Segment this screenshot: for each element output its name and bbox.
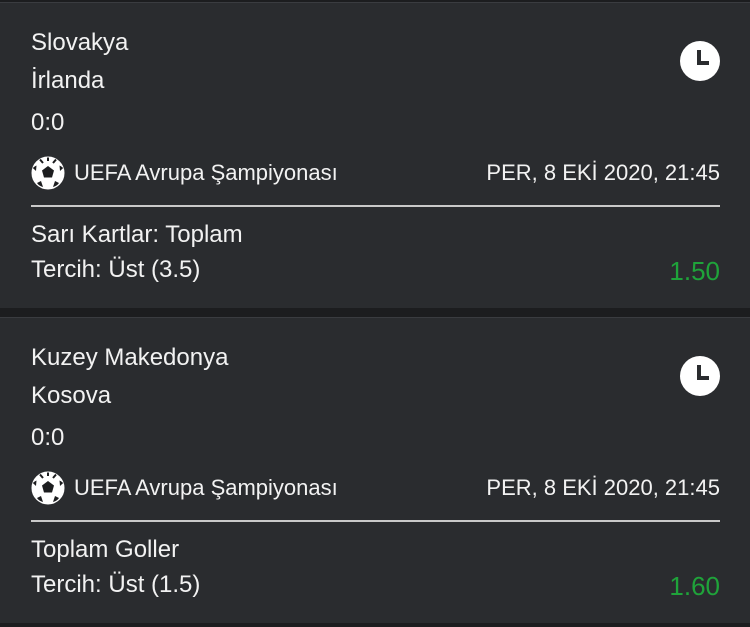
league-row: UEFA Avrupa Şampiyonası PER, 8 EKİ 2020,… — [31, 155, 720, 191]
match-score: 0:0 — [31, 424, 65, 451]
match-score: 0:0 — [31, 109, 65, 136]
clock-icon — [680, 356, 720, 396]
bet-card[interactable]: Slovakya İrlanda 0:0 UEFA Avrupa Şampiyo… — [0, 2, 750, 308]
divider — [31, 520, 720, 522]
bet-selection: Tercih: Üst (1.5) — [31, 571, 201, 598]
soccer-ball-icon — [31, 471, 65, 505]
divider — [31, 205, 720, 207]
soccer-ball-icon — [31, 156, 65, 190]
bet-odds: 1.50 — [669, 256, 720, 286]
home-team: Kuzey Makedonya — [31, 344, 229, 371]
league-row: UEFA Avrupa Şampiyonası PER, 8 EKİ 2020,… — [31, 470, 720, 506]
clock-icon — [680, 41, 720, 81]
away-team: Kosova — [31, 382, 112, 409]
home-team: Slovakya — [31, 29, 129, 56]
league-name: UEFA Avrupa Şampiyonası — [74, 475, 338, 500]
bet-odds: 1.60 — [669, 571, 720, 601]
bet-selection: Tercih: Üst (3.5) — [31, 256, 201, 283]
league-name: UEFA Avrupa Şampiyonası — [74, 160, 338, 185]
bet-market: Sarı Kartlar: Toplam — [31, 221, 243, 248]
away-team: İrlanda — [31, 67, 105, 94]
bet-card[interactable]: Kuzey Makedonya Kosova 0:0 UEFA Avrupa Ş… — [0, 317, 750, 623]
match-datetime: PER, 8 EKİ 2020, 21:45 — [486, 160, 720, 185]
match-datetime: PER, 8 EKİ 2020, 21:45 — [486, 475, 720, 500]
bet-market: Toplam Goller — [31, 536, 180, 563]
